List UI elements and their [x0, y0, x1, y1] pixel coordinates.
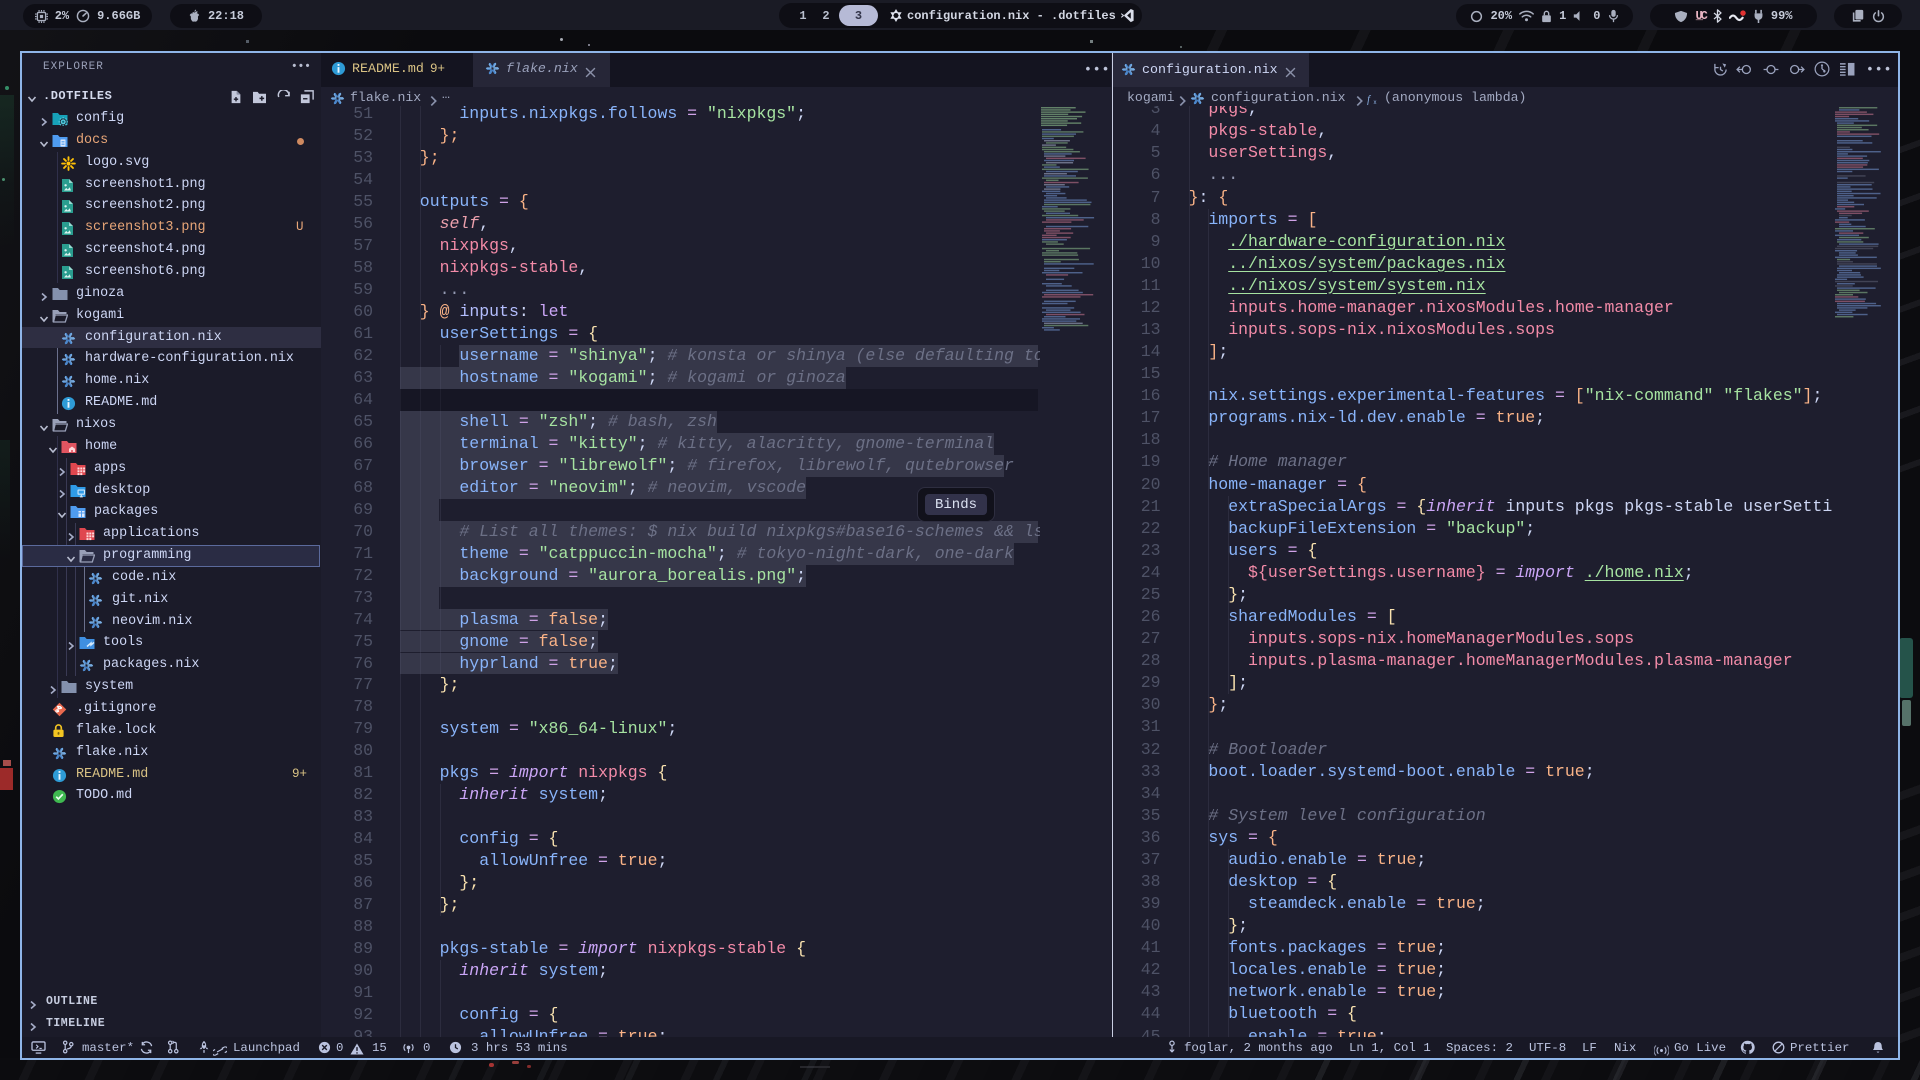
svg-text:x: x	[1374, 100, 1377, 105]
svg-text:f: f	[1367, 94, 1371, 105]
